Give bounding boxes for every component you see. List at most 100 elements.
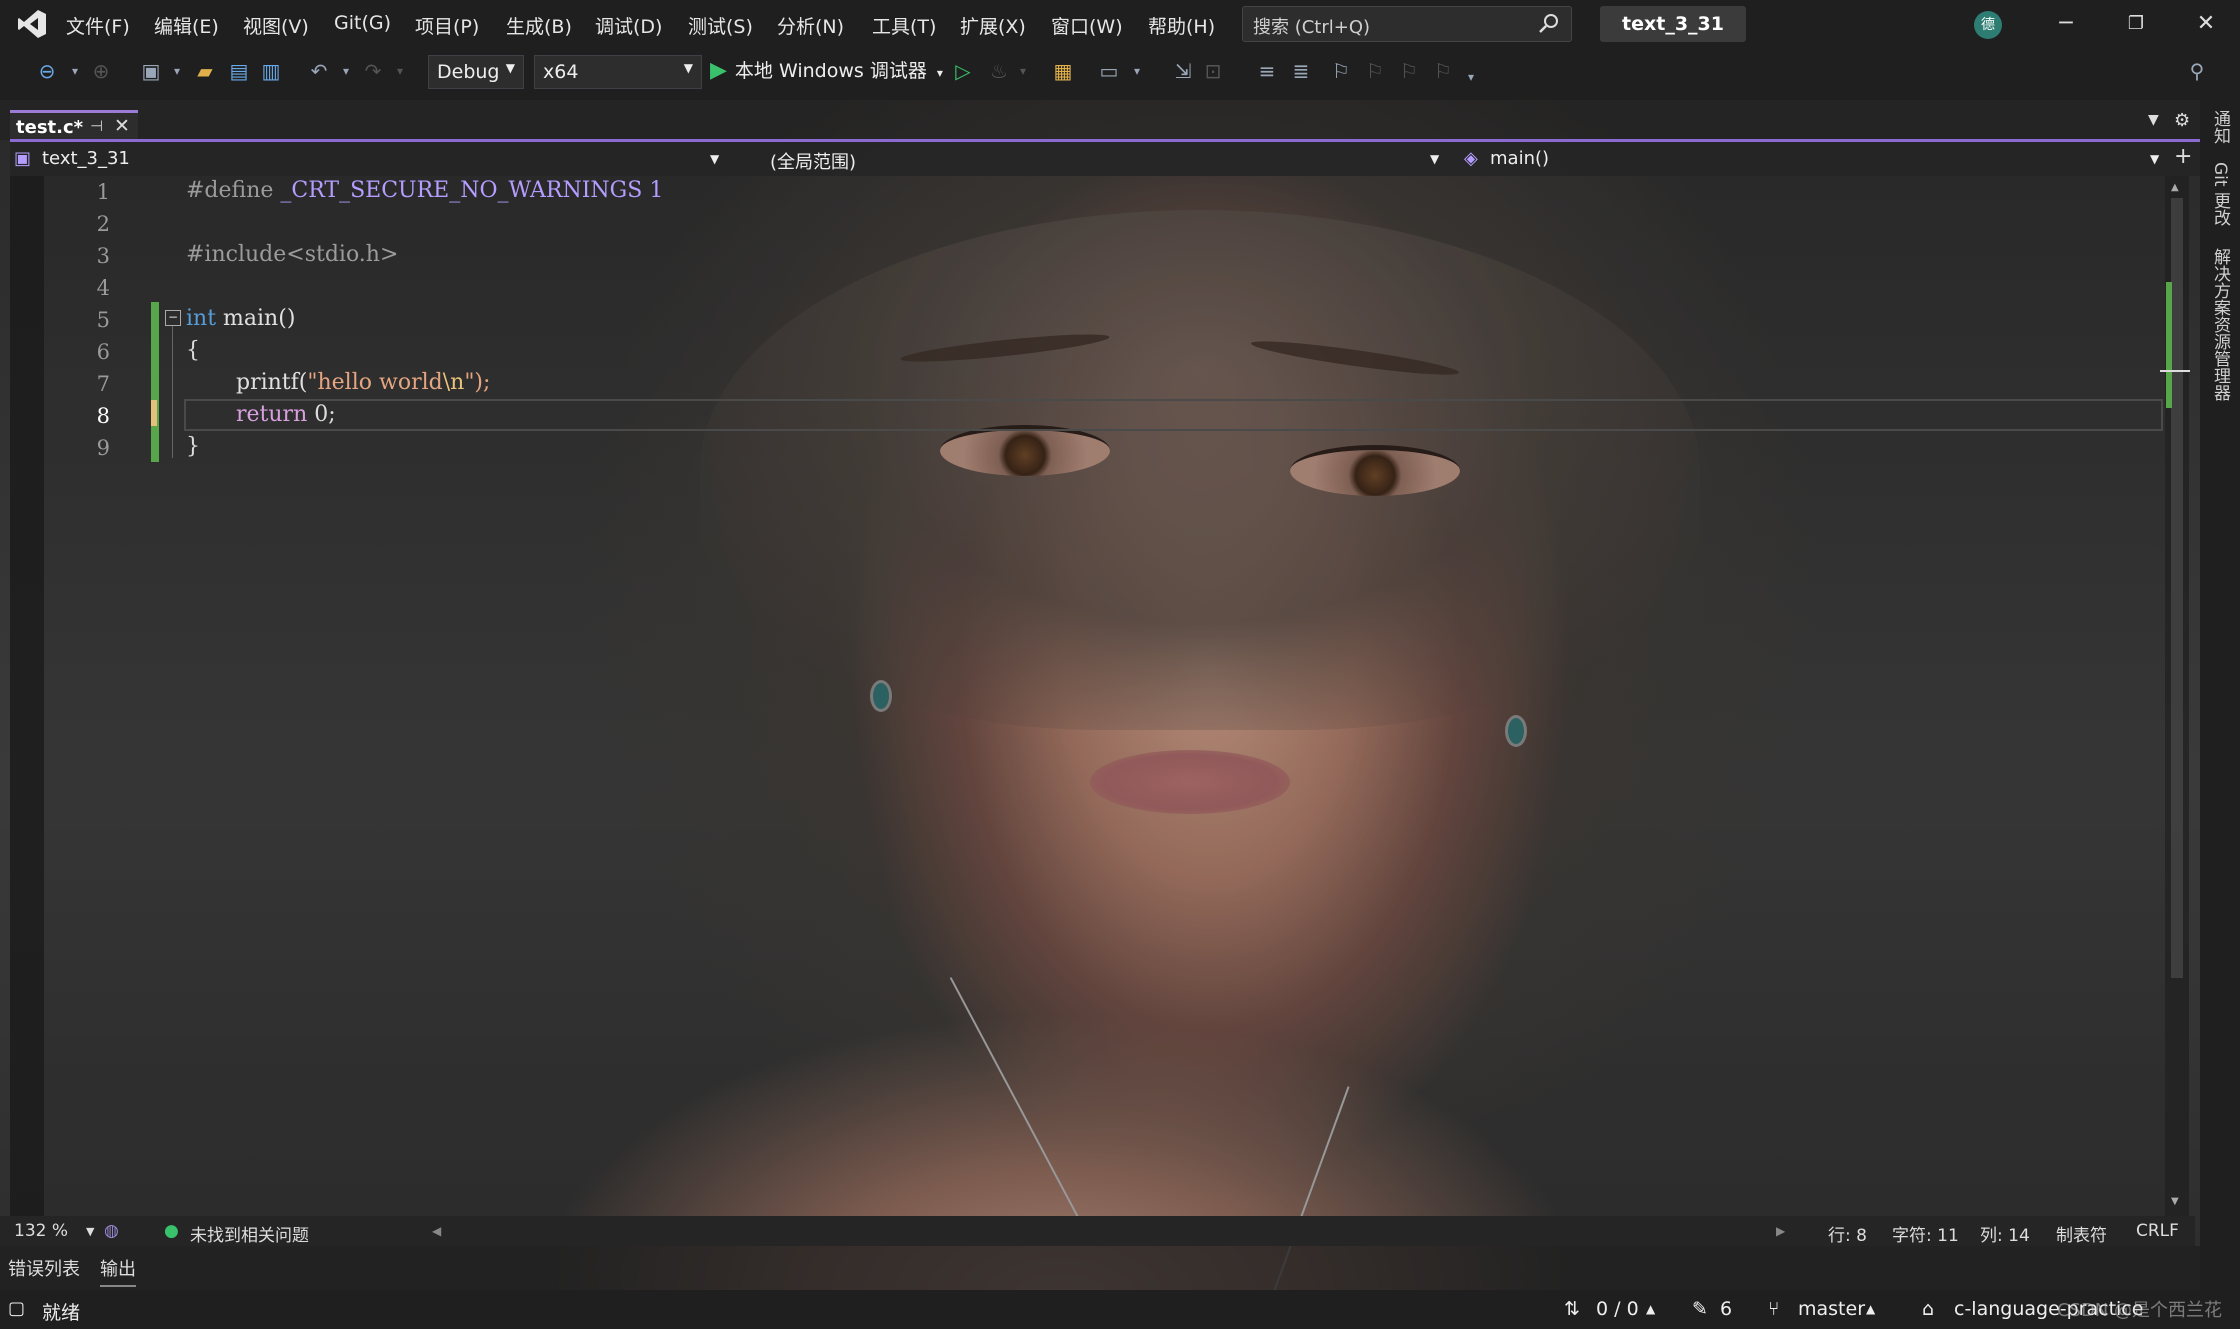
tab-close-icon[interactable]: ✕ xyxy=(114,115,130,137)
restore-icon[interactable]: ❐ xyxy=(2106,8,2166,40)
save-all-icon[interactable]: ▥ xyxy=(258,58,284,84)
configuration-select[interactable]: Debug ▼ xyxy=(428,55,524,89)
side-tab-solution-explorer[interactable]: 解决方案资源管理器 xyxy=(2208,248,2233,401)
pencil-icon[interactable]: ✎ xyxy=(1692,1298,1708,1320)
menu-help[interactable]: 帮助(H) xyxy=(1148,12,1215,39)
macro-name: _CRT_SECURE_NO_WARNINGS xyxy=(280,178,643,203)
redo-dropdown-icon[interactable]: ▾ xyxy=(387,58,413,84)
split-editor-icon[interactable]: + xyxy=(2174,144,2192,169)
side-tab-notifications[interactable]: 通知 xyxy=(2208,110,2233,144)
column-indicator[interactable]: 列: 14 xyxy=(1980,1221,2030,1246)
menu-edit[interactable]: 编辑(E) xyxy=(154,12,219,39)
side-tab-git-changes[interactable]: Git 更改 xyxy=(2208,162,2233,226)
next-bookmark-icon[interactable]: ⚐ xyxy=(1396,58,1422,84)
menu-analyze[interactable]: 分析(N) xyxy=(777,12,844,39)
back-icon[interactable]: ⊖ xyxy=(34,58,60,84)
code-line-1[interactable]: #define _CRT_SECURE_NO_WARNINGS 1 xyxy=(186,178,663,203)
new-item-icon[interactable]: ▣ xyxy=(138,58,164,84)
menu-tools[interactable]: 工具(T) xyxy=(872,12,936,39)
comment-icon[interactable]: ≣ xyxy=(1288,58,1314,84)
settings-gear-icon[interactable]: ⚙ xyxy=(2174,110,2190,131)
clear-bookmarks-icon[interactable]: ⚐ xyxy=(1430,58,1456,84)
pending-edits-count[interactable]: 6 xyxy=(1720,1298,1732,1320)
branch-name[interactable]: master xyxy=(1798,1298,1865,1320)
menu-debug[interactable]: 调试(D) xyxy=(595,12,662,39)
scroll-right-icon[interactable]: ▶ xyxy=(1776,1224,1785,1238)
hot-reload-icon[interactable]: ♨ xyxy=(986,58,1012,84)
user-avatar[interactable]: 德 xyxy=(1974,11,2002,39)
chevron-down-icon[interactable]: ▼ xyxy=(86,1225,94,1238)
method-icon: ◈ xyxy=(1464,148,1478,169)
scope-dropdown[interactable]: (全局范围) ▼ xyxy=(738,142,1450,176)
minimize-icon[interactable]: ─ xyxy=(2036,8,2096,40)
prev-bookmark-icon[interactable]: ⚐ xyxy=(1362,58,1388,84)
menu-extensions[interactable]: 扩展(X) xyxy=(960,12,1026,39)
redo-icon[interactable]: ↷ xyxy=(360,58,386,84)
code-line-5[interactable]: int main() xyxy=(186,306,295,331)
sync-count[interactable]: 0 / 0 xyxy=(1596,1298,1639,1320)
menu-view[interactable]: 视图(V) xyxy=(243,12,309,39)
line-ending[interactable]: CRLF xyxy=(2136,1221,2179,1241)
save-icon[interactable]: ▤ xyxy=(226,58,252,84)
layout-icon[interactable]: ▭ xyxy=(1096,58,1122,84)
preprocessor-directive: #define xyxy=(186,178,274,203)
menu-test[interactable]: 测试(S) xyxy=(688,12,753,39)
menu-build[interactable]: 生成(B) xyxy=(506,12,572,39)
intellicode-icon[interactable]: ◍ xyxy=(104,1221,119,1241)
step-icon[interactable]: ⇲ xyxy=(1170,58,1196,84)
browse-folder-icon[interactable]: ▦ xyxy=(1050,58,1076,84)
open-folder-icon[interactable]: ▰ xyxy=(192,58,218,84)
scroll-left-icon[interactable]: ◀ xyxy=(432,1224,441,1238)
menu-window[interactable]: 窗口(W) xyxy=(1051,12,1123,39)
code-line-6[interactable]: { xyxy=(186,338,200,363)
close-icon[interactable]: ✕ xyxy=(2176,8,2236,40)
code-line-9[interactable]: } xyxy=(186,434,200,459)
toolbar-overflow-icon[interactable]: ▾ xyxy=(1458,64,1484,90)
tab-overflow-icon[interactable]: ▼ xyxy=(2148,112,2159,128)
pin-icon[interactable]: ⊣ xyxy=(90,117,103,135)
indentation-mode[interactable]: 制表符 xyxy=(2056,1221,2107,1246)
menu-project[interactable]: 项目(P) xyxy=(415,12,479,39)
start-without-debugging-icon[interactable]: ▷ xyxy=(950,58,976,84)
code-line-7[interactable]: printf("hello world\n"); xyxy=(236,370,490,395)
menu-git[interactable]: Git(G) xyxy=(334,12,391,34)
chevron-up-icon[interactable]: ▲ xyxy=(1646,1302,1655,1316)
code-line-3[interactable]: #include<stdio.h> xyxy=(186,242,398,267)
project-dropdown[interactable]: ▣ text_3_31 ▼ xyxy=(10,142,730,176)
layout-dropdown-icon[interactable]: ▾ xyxy=(1124,58,1150,84)
indent-icon[interactable]: ≡ xyxy=(1254,58,1280,84)
member-dropdown[interactable]: ◈ main() ▼ xyxy=(1454,142,2170,176)
notification-box-icon[interactable]: ▢ xyxy=(8,1298,25,1319)
repository-icon[interactable]: ⌂ xyxy=(1922,1298,1934,1320)
collapse-toggle-icon[interactable]: − xyxy=(165,310,181,326)
char-indicator[interactable]: 字符: 11 xyxy=(1892,1221,1959,1246)
start-debugging-button[interactable]: ▶ 本地 Windows 调试器 ▾ xyxy=(710,56,943,86)
forward-icon[interactable]: ⊕ xyxy=(88,58,114,84)
scroll-up-icon[interactable]: ▲ xyxy=(2171,182,2179,193)
code-editor[interactable] xyxy=(10,176,2165,1216)
editor-glyph-margin[interactable] xyxy=(10,176,44,1216)
search-box[interactable]: 搜索 (Ctrl+Q) xyxy=(1242,6,1572,42)
back-dropdown-icon[interactable]: ▾ xyxy=(62,58,88,84)
git-branch-icon[interactable]: ⑂ xyxy=(1768,1298,1779,1320)
sync-arrows-icon[interactable]: ⇅ xyxy=(1564,1298,1580,1320)
bookmark-icon[interactable]: ⚐ xyxy=(1328,58,1354,84)
scrollbar-thumb[interactable] xyxy=(2171,198,2183,978)
zoom-level[interactable]: 132 % xyxy=(14,1221,68,1241)
menu-file[interactable]: 文件(F) xyxy=(66,12,130,39)
hot-reload-dropdown-icon[interactable]: ▾ xyxy=(1010,58,1036,84)
chevron-up-icon[interactable]: ▲ xyxy=(1866,1302,1875,1316)
breakpoint-icon[interactable]: ⊡ xyxy=(1200,58,1226,84)
return-value: 0; xyxy=(314,402,336,427)
scroll-down-icon[interactable]: ▼ xyxy=(2171,1196,2179,1207)
code-line-8[interactable]: return 0; xyxy=(236,402,336,427)
platform-select[interactable]: x64 ▼ xyxy=(534,55,702,89)
tab-error-list[interactable]: 错误列表 xyxy=(8,1255,80,1281)
tab-output[interactable]: 输出 xyxy=(100,1255,136,1287)
undo-icon[interactable]: ↶ xyxy=(306,58,332,84)
new-item-dropdown-icon[interactable]: ▾ xyxy=(164,58,190,84)
undo-dropdown-icon[interactable]: ▾ xyxy=(333,58,359,84)
issues-status[interactable]: 未找到相关问题 xyxy=(190,1221,309,1246)
line-indicator[interactable]: 行: 8 xyxy=(1828,1221,1867,1246)
live-share-icon[interactable]: ⚲ xyxy=(2184,58,2210,84)
